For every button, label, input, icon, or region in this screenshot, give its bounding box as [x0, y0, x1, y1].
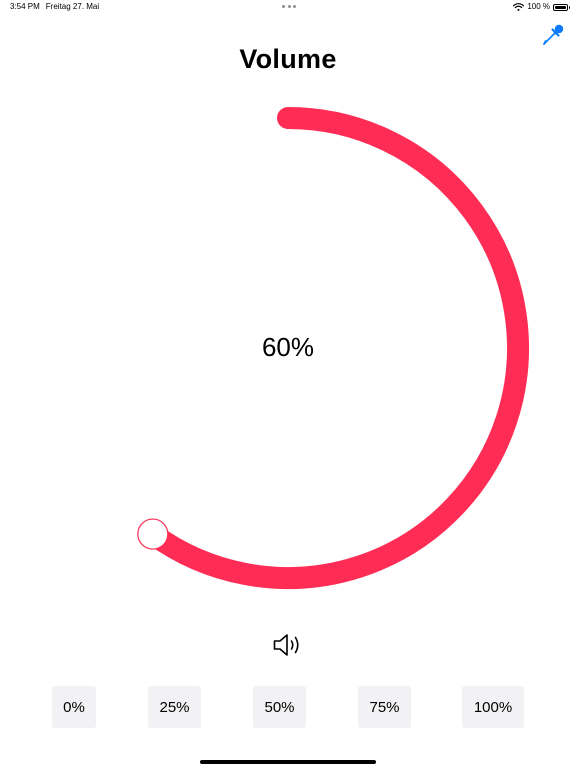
preset-100-button[interactable]: 100%	[462, 686, 524, 728]
page-title: Volume	[239, 44, 337, 74]
status-bar: 3:54 PM Freitag 27. Mai 100 %	[0, 0, 576, 14]
preset-75-button[interactable]: 75%	[358, 686, 411, 728]
preset-25-button[interactable]: 25%	[148, 686, 201, 728]
home-indicator[interactable]	[200, 760, 376, 764]
preset-0-button[interactable]: 0%	[52, 686, 96, 728]
wifi-icon	[513, 3, 525, 11]
volume-dial-handle[interactable]	[137, 518, 169, 550]
volume-value: 60%	[261, 332, 315, 362]
status-time-date: 3:54 PM Freitag 27. Mai	[10, 0, 99, 14]
battery-icon	[553, 3, 570, 11]
status-time: 3:54 PM	[10, 2, 40, 11]
volume-screen: 3:54 PM Freitag 27. Mai 100 % Volume 60%	[0, 0, 576, 768]
preset-50-button[interactable]: 50%	[253, 686, 306, 728]
multitasking-dots[interactable]	[282, 5, 296, 8]
battery-percentage: 100 %	[527, 2, 550, 11]
status-indicators: 100 %	[513, 0, 570, 14]
speaker-icon	[273, 634, 299, 656]
preset-buttons: 0% 25% 50% 75% 100%	[0, 686, 576, 728]
status-date: Freitag 27. Mai	[45, 2, 100, 11]
